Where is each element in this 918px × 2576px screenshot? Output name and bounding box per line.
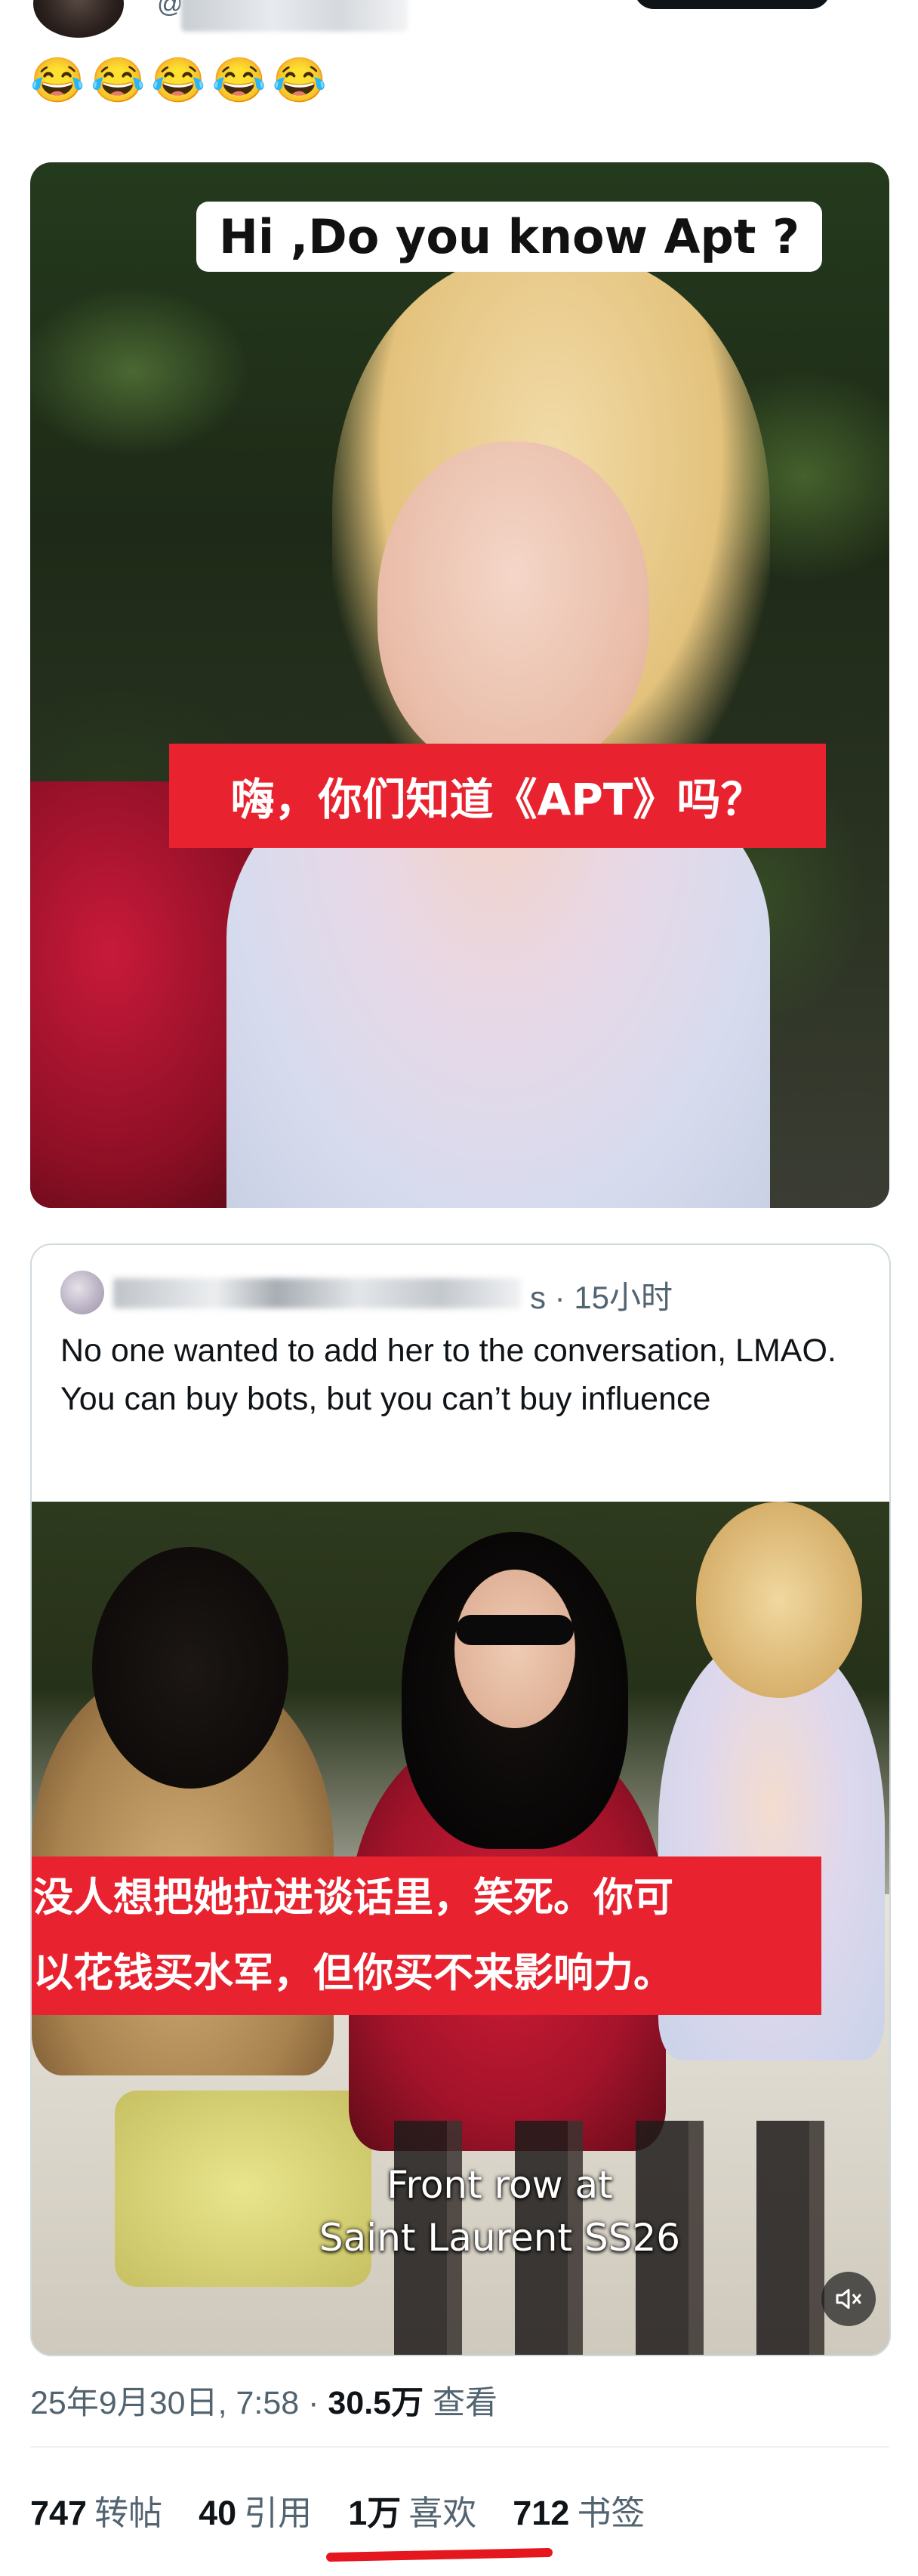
quotes-count: 40 (199, 2494, 237, 2532)
views-count: 30.5万 (328, 2385, 424, 2421)
quoted-tweet-meta: s · 15小时 (530, 1272, 673, 1318)
quoted-tweet-video[interactable]: 没人想把她拉进谈话里，笑死。你可 以花钱买水军，但你买不来影响力。 Front … (32, 1502, 889, 2355)
tweet-text: 😂😂😂😂😂 (30, 56, 334, 105)
mute-button[interactable] (821, 2272, 876, 2326)
caption-chinese: 嗨，你们知道《APT》吗？ (169, 744, 826, 848)
likes-stat[interactable]: 1万 喜欢 (348, 2485, 476, 2534)
likes-label: 喜欢 (408, 2494, 477, 2532)
retweets-count: 747 (30, 2494, 88, 2532)
quotes-label: 引用 (244, 2494, 313, 2532)
sunglasses (456, 1615, 574, 1645)
quoted-tweet-text: No one wanted to add her to the conversa… (60, 1333, 836, 1417)
quoted-tweet-time: · 15小时 (554, 1280, 673, 1315)
bookmarks-label: 书签 (577, 2494, 645, 2532)
video-overlay-text: Front row at Saint Laurent SS26 (273, 2158, 726, 2264)
likes-count: 1万 (348, 2494, 402, 2532)
quotes-stat[interactable]: 40 引用 (199, 2485, 312, 2534)
caption-english: Hi ,Do you know Apt ? (196, 202, 823, 272)
views-label: 查看 (433, 2385, 498, 2421)
author-avatar[interactable] (33, 0, 124, 38)
video-caption-line-2: 以花钱买水军，但你买不来影响力。 (33, 1950, 673, 1996)
tweet-date-time[interactable]: 25年9月30日, 7:58 · (30, 2385, 319, 2421)
tweet-timestamp: 25年9月30日, 7:58 · 30.5万 查看 (30, 2377, 498, 2423)
overlay-line-1: Front row at (387, 2163, 613, 2207)
overlay-line-2: Saint Laurent SS26 (319, 2216, 681, 2260)
person-left-hair (92, 1547, 288, 1789)
bookmarks-count: 712 (513, 2494, 570, 2532)
person-right-hair (696, 1502, 862, 1698)
quoted-author-avatar (60, 1271, 104, 1314)
person-center-face (454, 1570, 575, 1728)
quoted-author-name-blurred (113, 1278, 521, 1308)
person-face (377, 442, 649, 774)
video-caption-chinese: 没人想把她拉进谈话里，笑死。你可 以花钱买水军，但你买不来影响力。 (32, 1857, 821, 2015)
author-handle-blurred (181, 0, 408, 32)
quoted-tweet-card[interactable]: s · 15小时 No one wanted to add her to the… (30, 1243, 891, 2356)
author-handle[interactable]: @ (157, 0, 183, 19)
retweets-stat[interactable]: 747 转帖 (30, 2485, 162, 2534)
tweet-media-image[interactable]: Hi ,Do you know Apt ? 嗨，你们知道《APT》吗？ (30, 162, 889, 1208)
speaker-muted-icon (836, 2288, 861, 2309)
video-caption-line-1: 没人想把她拉进谈话里，笑死。你可 (33, 1875, 673, 1921)
likes-underline-annotation (325, 2547, 553, 2562)
divider (30, 2446, 889, 2448)
quoted-author-name-suffix: s (530, 1280, 546, 1315)
bookmarks-stat[interactable]: 712 书签 (513, 2485, 645, 2534)
retweets-label: 转帖 (94, 2494, 163, 2532)
follow-button[interactable] (634, 0, 830, 9)
engagement-stats: 747 转帖 40 引用 1万 喜欢 712 书签 (30, 2485, 645, 2534)
